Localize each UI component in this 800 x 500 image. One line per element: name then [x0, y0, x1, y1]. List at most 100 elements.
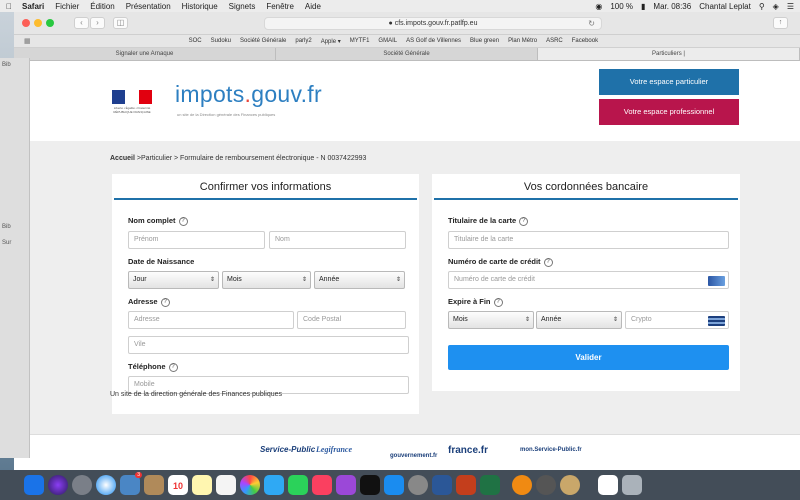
safari-dock-icon[interactable] — [96, 475, 116, 495]
menu-app-safari[interactable]: Safari — [22, 2, 44, 11]
nom-input[interactable]: Nom — [269, 231, 406, 249]
mois-select[interactable]: Mois ⇕ — [222, 271, 311, 289]
espace-particulier-button[interactable]: Votre espace particulier — [599, 69, 739, 95]
menu-fichier[interactable]: Fichier — [55, 2, 79, 11]
service-public-logo[interactable]: Service-Public — [260, 445, 315, 454]
expire-mois-select[interactable]: Mois ⇕ — [448, 311, 534, 329]
mail-badge: 3 — [135, 472, 142, 478]
ville-input[interactable]: Vile — [128, 336, 409, 354]
apple-tv-icon[interactable] — [360, 475, 380, 495]
titulaire-input[interactable]: Titulaire de la carte — [448, 231, 729, 249]
mon-service-public-logo[interactable]: mon.Service-Public.fr — [520, 447, 582, 453]
bookmark-item[interactable]: GMAIL — [378, 38, 397, 44]
maps-app-icon[interactable] — [560, 475, 580, 495]
back-button[interactable]: ‹ — [74, 17, 89, 29]
france-fr-logo[interactable]: france.fr — [448, 445, 488, 456]
trash-icon[interactable] — [622, 475, 642, 495]
calendar-icon[interactable]: 10 — [168, 475, 188, 495]
reload-icon[interactable]: ↻ — [588, 18, 595, 30]
notification-center-icon[interactable]: ☰ — [787, 2, 794, 11]
help-icon[interactable]: ? — [543, 257, 553, 267]
bookmark-item[interactable]: ASRC — [546, 38, 563, 44]
help-icon[interactable]: ? — [493, 297, 503, 307]
menu-signets[interactable]: Signets — [229, 2, 256, 11]
menu-aide[interactable]: Aide — [305, 2, 321, 11]
bookmark-item[interactable]: AS Golf de Villennes — [406, 38, 461, 44]
contacts-icon[interactable] — [144, 475, 164, 495]
help-icon[interactable]: ? — [168, 362, 178, 372]
podcasts-icon[interactable] — [336, 475, 356, 495]
bookmark-item[interactable]: Facebook — [572, 38, 598, 44]
tab-signaler-arnaque[interactable]: Signaler une Arnaque — [14, 48, 276, 60]
zoom-window-button[interactable] — [46, 19, 54, 27]
bookmark-item[interactable]: Société Générale — [240, 38, 286, 44]
photos-icon[interactable] — [240, 475, 260, 495]
launchpad-icon[interactable] — [72, 475, 92, 495]
tab-societe-generale[interactable]: Société Générale — [276, 48, 538, 60]
republique-francaise-logo: Liberté • Égalité • Fraternité RÉPUBLIQU… — [112, 90, 152, 116]
battery-icon[interactable]: ▮ — [641, 2, 645, 11]
menu-edition[interactable]: Édition — [90, 2, 114, 11]
messages-icon[interactable] — [264, 475, 284, 495]
jour-select[interactable]: Jour ⇕ — [128, 271, 219, 289]
bookmark-item[interactable]: MYTF1 — [350, 38, 370, 44]
bookmark-item[interactable]: Blue green — [470, 38, 499, 44]
annee-select[interactable]: Année ⇕ — [314, 271, 405, 289]
menu-historique[interactable]: Historique — [182, 2, 218, 11]
siri-icon[interactable]: ◈ — [773, 2, 779, 11]
menu-presentation[interactable]: Présentation — [126, 2, 171, 11]
help-icon[interactable]: ? — [160, 297, 170, 307]
system-preferences-icon[interactable] — [408, 475, 428, 495]
forward-button[interactable]: › — [90, 17, 105, 29]
gouvernement-logo[interactable]: gouvernement.fr — [390, 453, 437, 459]
impots-gouv-logo[interactable]: impots.gouv.fr — [175, 81, 322, 108]
code-postal-input[interactable]: Code Postal — [297, 311, 406, 329]
breadcrumb-home[interactable]: Accueil — [110, 155, 135, 162]
share-icon[interactable]: ↑ — [773, 17, 788, 29]
wifi-icon[interactable]: ◉ — [595, 2, 602, 11]
facetime-icon[interactable] — [288, 475, 308, 495]
word-icon[interactable] — [432, 475, 452, 495]
help-icon[interactable]: ? — [519, 216, 529, 226]
brand-subtitle: un site de la Direction générale des Fin… — [177, 112, 276, 117]
music-icon[interactable] — [312, 475, 332, 495]
adresse-input[interactable]: Adresse — [128, 311, 294, 329]
finder-icon[interactable] — [24, 475, 44, 495]
user-name[interactable]: Chantal Leplat — [699, 2, 751, 11]
valider-button[interactable]: Valider — [448, 345, 729, 370]
bookmark-item[interactable]: Plan Métro — [508, 38, 537, 44]
bookmark-item[interactable]: parly2 — [295, 38, 311, 44]
reminders-icon[interactable] — [216, 475, 236, 495]
espace-professionnel-button[interactable]: Votre espace professionnel — [599, 99, 739, 125]
bookmark-item[interactable]: Apple ▾ — [321, 38, 341, 45]
select-arrows-icon: ⇕ — [395, 277, 401, 283]
quicktime-icon[interactable] — [536, 475, 556, 495]
help-icon[interactable]: ? — [178, 216, 188, 226]
powerpoint-icon[interactable] — [456, 475, 476, 495]
bookmark-item[interactable]: Sudoku — [211, 38, 231, 44]
crypto-input[interactable]: Crypto — [625, 311, 729, 329]
numero-carte-input[interactable]: Numéro de carte de crédit — [448, 271, 729, 289]
apple-menu-icon[interactable]:  — [6, 2, 12, 11]
excel-document-icon[interactable] — [598, 475, 618, 495]
excel-icon[interactable] — [480, 475, 500, 495]
app-store-icon[interactable] — [384, 475, 404, 495]
address-bar[interactable]: ● cfs.impots.gouv.fr.patlfp.eu ↻ — [264, 17, 602, 30]
menu-fenetre[interactable]: Fenêtre — [266, 2, 294, 11]
bank-details-card: Vos cordonnées bancaire Titulaire de la … — [432, 174, 740, 391]
legifrance-logo[interactable]: Legifrance — [316, 445, 352, 454]
vlc-player-icon[interactable] — [512, 475, 532, 495]
clock[interactable]: Mar. 08:36 — [653, 2, 691, 11]
minimize-window-button[interactable] — [34, 19, 42, 27]
prenom-input[interactable]: Prénom — [128, 231, 265, 249]
close-window-button[interactable] — [22, 19, 30, 27]
bookmark-item[interactable]: SOC — [189, 38, 202, 44]
spotlight-icon[interactable]: ⚲ — [759, 2, 765, 11]
sidebar-toggle-icon[interactable]: ◫ — [113, 17, 128, 29]
top-sites-grid-icon[interactable]: ▦ — [24, 37, 31, 45]
notes-icon[interactable] — [192, 475, 212, 495]
mail-icon[interactable]: 3 — [120, 472, 142, 495]
expire-annee-select[interactable]: Année ⇕ — [536, 311, 622, 329]
siri-dock-icon[interactable] — [48, 475, 68, 495]
tab-particuliers[interactable]: Particuliers | — [538, 48, 800, 60]
